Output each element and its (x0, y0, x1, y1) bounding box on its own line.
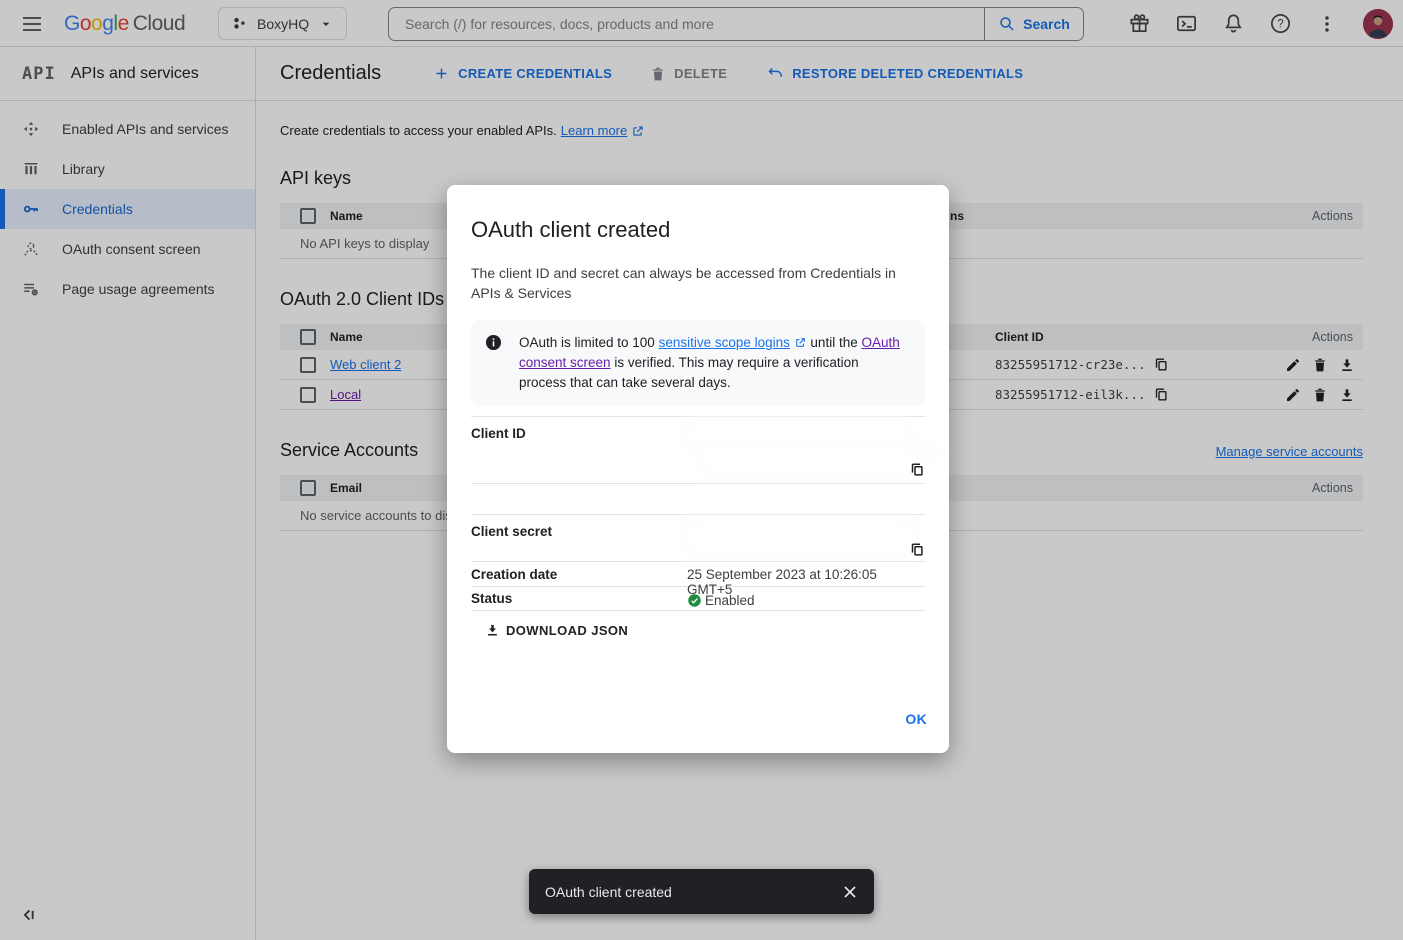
row-spacer (471, 484, 925, 515)
dialog-title: OAuth client created (471, 217, 925, 243)
snackbar: OAuth client created (529, 869, 874, 914)
info-banner: OAuth is limited to 100 sensitive scope … (471, 320, 925, 406)
client-secret-row: Client secret (471, 515, 925, 562)
copy-icon[interactable] (910, 462, 925, 477)
client-secret-label: Client secret (471, 515, 687, 561)
redacted-blob (911, 443, 935, 457)
status-value: Enabled (705, 593, 755, 608)
external-link-icon (794, 336, 807, 349)
snackbar-message: OAuth client created (545, 884, 840, 900)
creation-date-row: Creation date 25 September 2023 at 10:26… (471, 562, 925, 587)
download-json-button[interactable]: DOWNLOAD JSON (485, 623, 628, 638)
creation-date-value: 25 September 2023 at 10:26:05 GMT+5 (687, 562, 925, 586)
close-icon[interactable] (840, 882, 860, 902)
info-text: OAuth is limited to 100 sensitive scope … (519, 333, 909, 393)
redacted-blob (701, 445, 919, 473)
oauth-client-created-dialog: OAuth client created The client ID and s… (447, 185, 949, 753)
status-row: Status Enabled (471, 587, 925, 611)
redacted-blob (687, 520, 912, 552)
check-circle-icon (687, 593, 702, 608)
info-icon (484, 333, 503, 393)
client-secret-value-redacted (687, 515, 925, 561)
client-id-value-redacted (687, 417, 925, 483)
status-label: Status (471, 587, 687, 610)
client-id-row: Client ID (471, 416, 925, 484)
dialog-fields: Client ID Client secret Creation date 2 (471, 416, 925, 611)
copy-icon[interactable] (910, 542, 925, 557)
ok-button[interactable]: OK (905, 711, 927, 727)
creation-date-label: Creation date (471, 562, 687, 586)
dialog-subtitle: The client ID and secret can always be a… (471, 263, 913, 303)
screen: GoogleCloud BoxyHQ Search ? API APIs and… (0, 0, 1403, 940)
client-id-label: Client ID (471, 417, 687, 483)
redacted-blob (687, 421, 909, 447)
sensitive-scope-logins-link[interactable]: sensitive scope logins (659, 335, 790, 350)
download-icon (485, 623, 500, 638)
